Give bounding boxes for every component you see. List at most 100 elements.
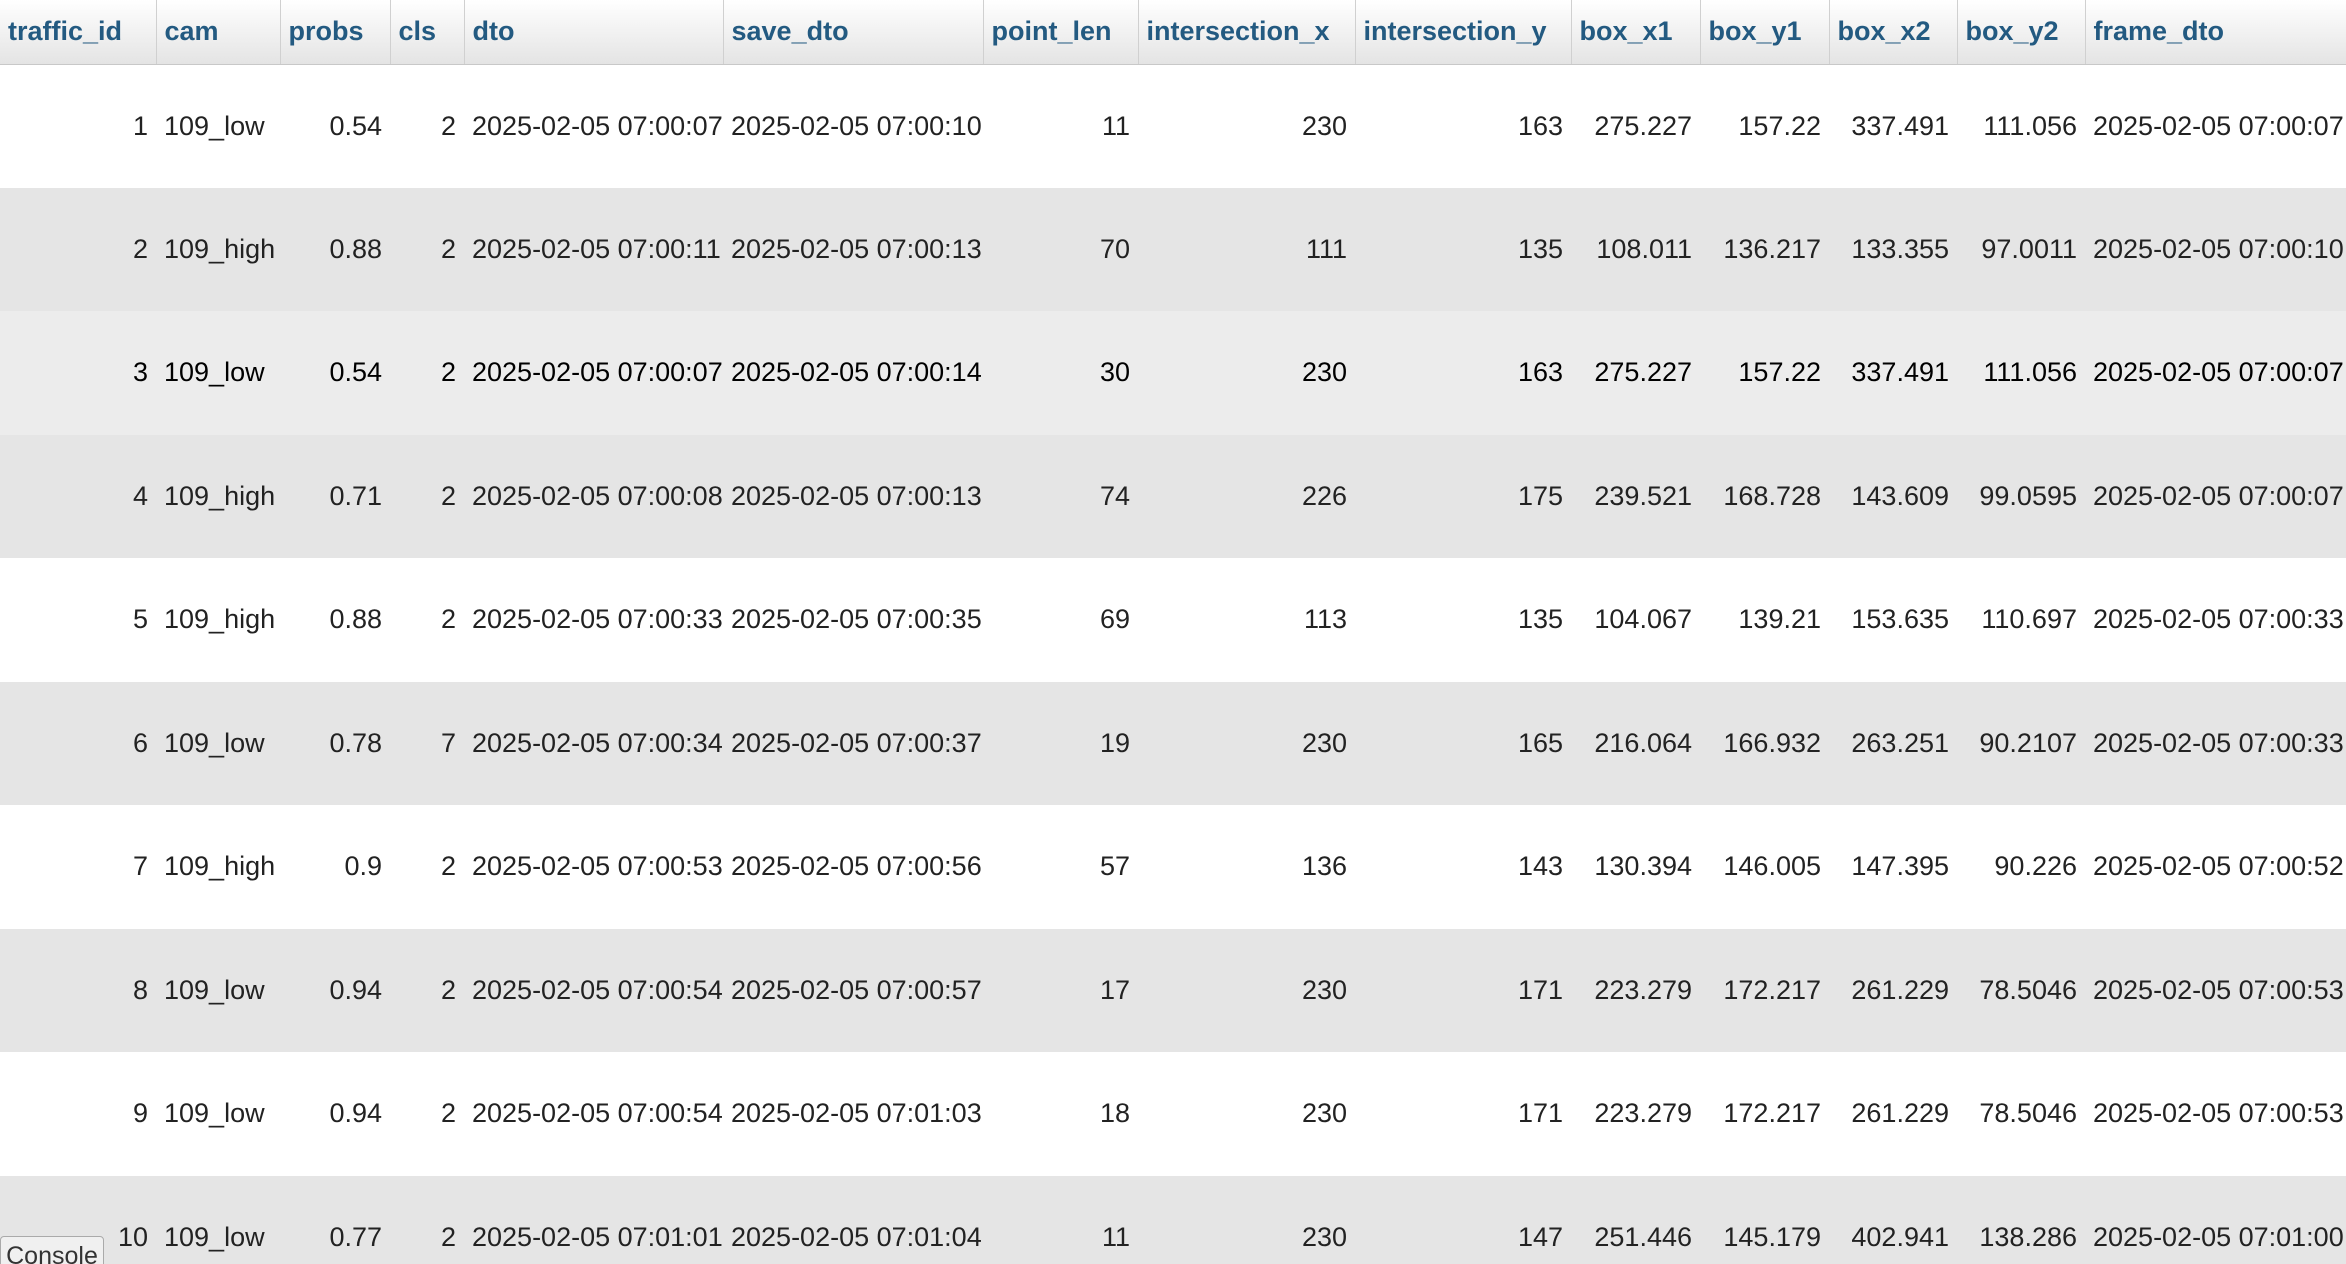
cell-box-x1: 251.446 (1594, 1221, 1692, 1252)
cell-box-x1: 223.279 (1594, 1098, 1692, 1129)
results-table: traffic_id cam probs cls dto save_dto po… (0, 0, 2346, 1264)
table-row[interactable]: 6 109_low 0.78 7 2025-02-05 07:00:34 202… (0, 681, 2346, 805)
cell-traffic-id: 2 (132, 233, 148, 264)
table-row[interactable]: 2 109_high 0.88 2 2025-02-05 07:00:11 20… (0, 187, 2346, 311)
results-table-view: traffic_id cam probs cls dto save_dto po… (0, 0, 2346, 1264)
column-header-dto[interactable]: dto (464, 0, 724, 65)
cell-box-x1: 275.227 (1594, 110, 1692, 141)
cell-save-dto: 2025-02-05 07:00:37 (731, 727, 982, 758)
cell-frame-dto: 2025-02-05 07:00:07 (2093, 357, 2344, 388)
table-row[interactable]: 3 109_low 0.54 2 2025-02-05 07:00:07 202… (0, 311, 2346, 435)
cell-point-len: 30 (1099, 357, 1130, 388)
table-row[interactable]: 5 109_high 0.88 2 2025-02-05 07:00:33 20… (0, 558, 2346, 682)
cell-cls: 2 (440, 974, 456, 1005)
cell-frame-dto: 2025-02-05 07:00:10 (2093, 233, 2344, 264)
cell-dto: 2025-02-05 07:00:34 (472, 727, 723, 758)
cell-cam: 109_low (164, 727, 265, 758)
cell-box-y2: 110.697 (1981, 604, 2077, 635)
cell-probs: 0.78 (329, 727, 382, 758)
column-header-intersection-y[interactable]: intersection_y (1355, 0, 1572, 65)
cell-box-y1: 145.179 (1723, 1221, 1821, 1252)
cell-box-x2: 337.491 (1851, 357, 1949, 388)
column-header-frame-dto[interactable]: frame_dto (2085, 0, 2346, 65)
console-toggle-button[interactable]: Console (0, 1236, 104, 1264)
cell-cls: 2 (440, 851, 456, 882)
column-header-save-dto[interactable]: save_dto (723, 0, 984, 65)
column-header-point-len[interactable]: point_len (983, 0, 1139, 65)
cell-intersection-x: 111 (1305, 233, 1347, 264)
cell-box-x1: 223.279 (1594, 974, 1692, 1005)
cell-cls: 2 (440, 604, 456, 635)
column-header-probs[interactable]: probs (280, 0, 391, 65)
cell-box-y2: 78.5046 (1979, 974, 2077, 1005)
cell-box-x2: 402.941 (1851, 1221, 1949, 1252)
cell-cls: 2 (440, 233, 456, 264)
cell-probs: 0.54 (329, 110, 382, 141)
cell-cls: 2 (440, 1098, 456, 1129)
cell-save-dto: 2025-02-05 07:00:14 (731, 357, 982, 388)
cell-traffic-id: 8 (132, 974, 148, 1005)
cell-dto: 2025-02-05 07:00:54 (472, 1098, 723, 1129)
cell-box-y1: 168.728 (1723, 480, 1821, 511)
cell-box-y2: 90.226 (1994, 851, 2077, 882)
cell-cam: 109_low (164, 110, 265, 141)
column-header-box-y1[interactable]: box_y1 (1700, 0, 1830, 65)
cell-box-x2: 153.635 (1851, 604, 1949, 635)
table-row[interactable]: 1 109_low 0.54 2 2025-02-05 07:00:07 202… (0, 64, 2346, 188)
cell-cls: 2 (440, 480, 456, 511)
cell-box-x2: 143.609 (1851, 480, 1949, 511)
cell-dto: 2025-02-05 07:00:11 (472, 233, 721, 264)
cell-box-y1: 139.21 (1738, 604, 1821, 635)
cell-point-len: 17 (1099, 974, 1130, 1005)
cell-intersection-y: 147 (1517, 1221, 1563, 1252)
cell-box-y1: 157.22 (1738, 357, 1821, 388)
table-row[interactable]: 9 109_low 0.94 2 2025-02-05 07:00:54 202… (0, 1052, 2346, 1176)
cell-point-len: 70 (1099, 233, 1130, 264)
column-header-cls[interactable]: cls (390, 0, 465, 65)
cell-save-dto: 2025-02-05 07:00:13 (731, 233, 982, 264)
cell-intersection-x: 230 (1301, 1098, 1347, 1129)
cell-intersection-x: 230 (1301, 974, 1347, 1005)
column-header-box-x2[interactable]: box_x2 (1829, 0, 1958, 65)
cell-probs: 0.88 (329, 233, 382, 264)
cell-cam: 109_low (164, 974, 265, 1005)
cell-dto: 2025-02-05 07:00:53 (472, 851, 723, 882)
table-row[interactable]: 4 109_high 0.71 2 2025-02-05 07:00:08 20… (0, 434, 2346, 558)
cell-box-y2: 111.056 (1983, 357, 2077, 388)
column-header-intersection-x[interactable]: intersection_x (1138, 0, 1356, 65)
table-row[interactable]: 7 109_high 0.9 2 2025-02-05 07:00:53 202… (0, 805, 2346, 929)
column-header-box-x1[interactable]: box_x1 (1571, 0, 1701, 65)
cell-cls: 2 (440, 110, 456, 141)
cell-frame-dto: 2025-02-05 07:00:33 (2093, 604, 2344, 635)
cell-dto: 2025-02-05 07:00:54 (472, 974, 723, 1005)
cell-dto: 2025-02-05 07:01:01 (472, 1221, 723, 1252)
cell-box-x1: 239.521 (1594, 480, 1692, 511)
cell-probs: 0.77 (329, 1221, 382, 1252)
cell-cam: 109_low (164, 1098, 265, 1129)
cell-intersection-x: 230 (1301, 357, 1347, 388)
cell-box-x1: 275.227 (1594, 357, 1692, 388)
cell-point-len: 69 (1099, 604, 1130, 635)
cell-save-dto: 2025-02-05 07:00:35 (731, 604, 982, 635)
cell-cam: 109_high (164, 233, 276, 264)
table-row[interactable]: 10 109_low 0.77 2 2025-02-05 07:01:01 20… (0, 1175, 2346, 1264)
cell-box-x1: 104.067 (1594, 604, 1692, 635)
cell-probs: 0.54 (329, 357, 382, 388)
column-header-box-y2[interactable]: box_y2 (1957, 0, 2086, 65)
cell-cam: 109_low (164, 357, 265, 388)
cell-box-x2: 133.355 (1851, 233, 1949, 264)
cell-save-dto: 2025-02-05 07:00:10 (731, 110, 982, 141)
column-header-cam[interactable]: cam (156, 0, 281, 65)
cell-box-y1: 172.217 (1723, 1098, 1821, 1129)
column-header-traffic-id[interactable]: traffic_id (0, 0, 157, 65)
cell-point-len: 57 (1099, 851, 1130, 882)
cell-intersection-y: 135 (1517, 604, 1563, 635)
cell-box-y2: 78.5046 (1979, 1098, 2077, 1129)
table-row[interactable]: 8 109_low 0.94 2 2025-02-05 07:00:54 202… (0, 928, 2346, 1052)
cell-box-x2: 147.395 (1851, 851, 1949, 882)
cell-intersection-x: 226 (1301, 480, 1347, 511)
cell-dto: 2025-02-05 07:00:08 (472, 480, 723, 511)
cell-save-dto: 2025-02-05 07:00:13 (731, 480, 982, 511)
cell-intersection-y: 165 (1517, 727, 1563, 758)
cell-box-x2: 263.251 (1851, 727, 1949, 758)
